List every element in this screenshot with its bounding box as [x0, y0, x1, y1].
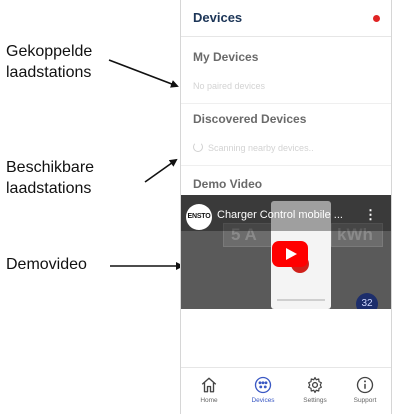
- scanning-text: Scanning nearby devices..: [208, 143, 314, 153]
- devices-icon: [254, 376, 272, 394]
- no-paired-devices-text: No paired devices: [193, 81, 266, 91]
- phone-screen: Devices My Devices No paired devices Dis…: [180, 0, 392, 414]
- app-bar: Devices: [181, 0, 391, 37]
- video-badge: 32: [356, 293, 378, 309]
- nav-label: Settings: [303, 397, 327, 404]
- nav-label: Support: [353, 397, 377, 404]
- scanning-status: Scanning nearby devices..: [193, 142, 314, 153]
- info-icon: [356, 376, 374, 394]
- divider: [181, 165, 391, 166]
- arrow-to-my-devices: [108, 59, 179, 88]
- nav-item-home[interactable]: Home: [183, 368, 235, 414]
- channel-logo[interactable]: ENSTO: [186, 204, 212, 230]
- annotation-line: laadstations: [6, 180, 92, 197]
- annotation-available-chargers: Beschikbare laadstations: [6, 157, 94, 199]
- annotation-demo-video: Demovideo: [6, 254, 87, 275]
- page-title: Devices: [193, 10, 243, 25]
- video-phone-bar: [277, 299, 325, 301]
- annotation-line: laadstations: [6, 64, 92, 81]
- bottom-navigation: Home Devices Settings Support: [181, 367, 391, 414]
- divider: [181, 103, 391, 104]
- annotation-line: Gekoppelde: [6, 43, 93, 60]
- home-icon: [201, 377, 217, 393]
- play-icon[interactable]: [272, 241, 308, 267]
- nav-label: Devices: [251, 397, 275, 404]
- video-title[interactable]: Charger Control mobile ...: [217, 209, 343, 221]
- annotation-line: Beschikbare: [6, 159, 95, 176]
- discovered-devices-heading: Discovered Devices: [193, 112, 307, 126]
- status-indicator: [373, 15, 380, 22]
- nav-item-settings[interactable]: Settings: [289, 368, 341, 414]
- demo-video-player[interactable]: 5 A kWh 32 ENSTO Charger Control mobile …: [181, 195, 391, 309]
- spinner-icon: [193, 142, 203, 152]
- nav-item-devices[interactable]: Devices: [237, 368, 289, 414]
- my-devices-heading: My Devices: [193, 50, 259, 64]
- settings-icon: [308, 376, 322, 394]
- nav-item-support[interactable]: Support: [339, 368, 391, 414]
- annotation-line: Demovideo: [6, 256, 87, 273]
- more-vert-icon[interactable]: ⋮: [364, 207, 377, 223]
- arrow-to-discovered: [144, 158, 178, 183]
- annotation-paired-chargers: Gekoppelde laadstations: [6, 41, 92, 83]
- demo-video-heading: Demo Video: [193, 177, 263, 191]
- nav-label: Home: [200, 397, 218, 404]
